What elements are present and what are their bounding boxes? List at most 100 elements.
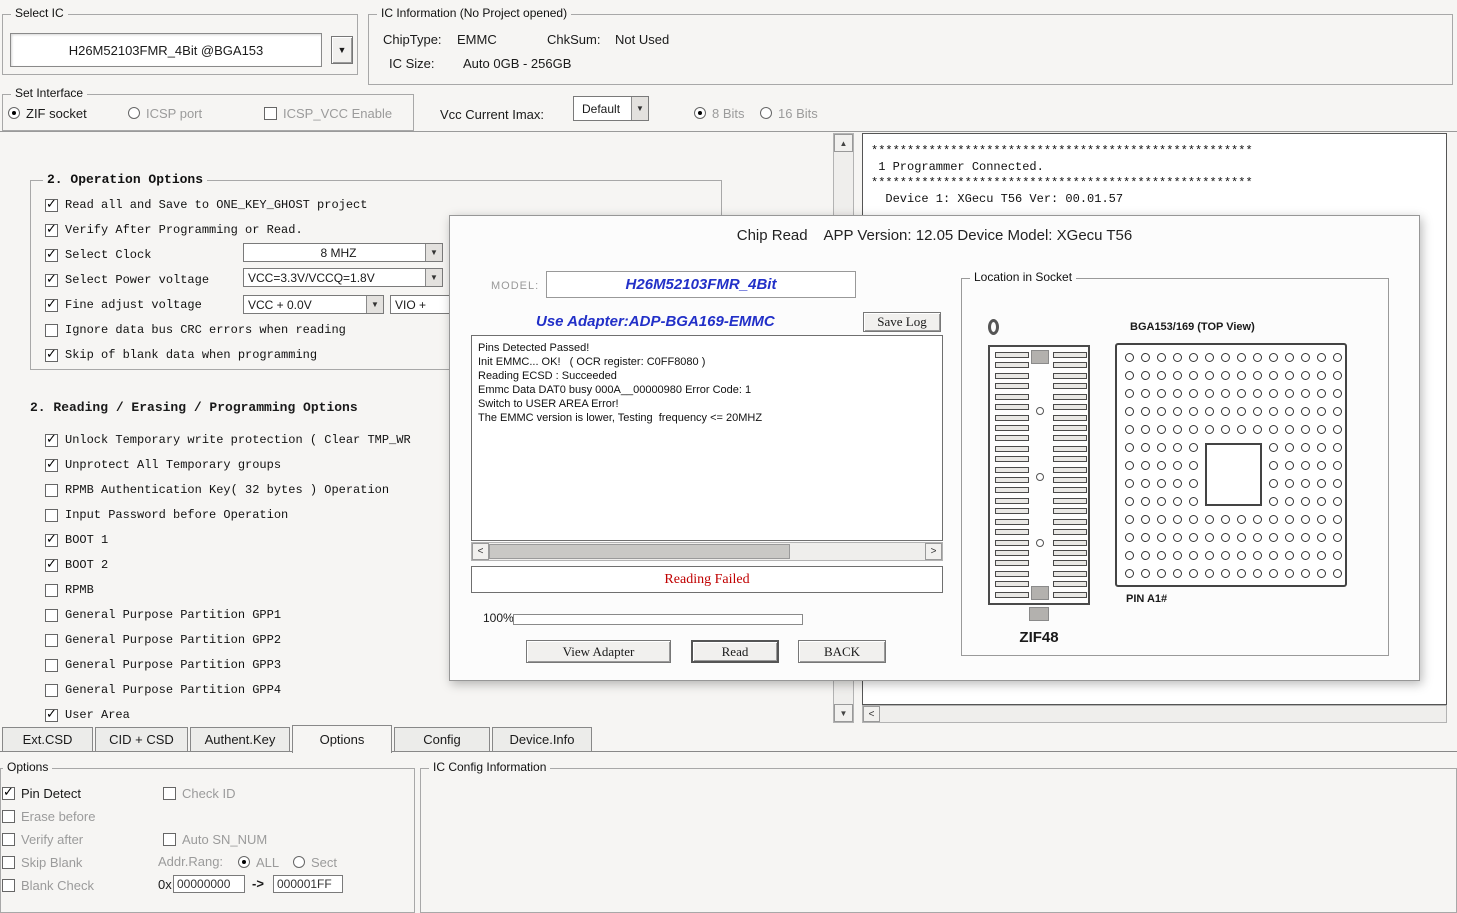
scroll-down-button[interactable]: ▼ <box>834 704 853 722</box>
rw-row-unprotect[interactable]: Unprotect All Temporary groups <box>45 456 281 474</box>
bits16-option[interactable]: 16 Bits <box>760 104 818 122</box>
addr-sect-option[interactable]: Sect <box>293 853 337 871</box>
ic-size-value: Auto 0GB - 256GB <box>463 56 571 71</box>
ic-select-combobox[interactable]: H26M52103FMR_4Bit @BGA153 <box>10 33 322 67</box>
log-horizontal-scrollbar[interactable]: < <box>862 705 1447 723</box>
scroll-right-button[interactable]: > <box>925 543 942 560</box>
checkbox[interactable] <box>45 459 58 472</box>
rw-row-gpp3[interactable]: General Purpose Partition GPP3 <box>45 656 281 674</box>
icsp-port-radio[interactable] <box>128 107 140 119</box>
op-row-read-all[interactable]: Read all and Save to ONE_KEY_GHOST proje… <box>45 196 367 214</box>
option-label: Select Clock <box>65 248 151 262</box>
checkbox[interactable] <box>45 274 58 287</box>
addr-from-input[interactable] <box>173 875 245 893</box>
op-row-fine-adjust[interactable]: Fine adjust voltage <box>45 296 202 314</box>
checkbox[interactable] <box>45 224 58 237</box>
power-voltage-select[interactable]: VCC=3.3V/VCCQ=1.8V ▼ <box>243 268 443 287</box>
tab-ext-csd[interactable]: Ext.CSD <box>2 727 93 751</box>
checkbox[interactable] <box>45 299 58 312</box>
back-button[interactable]: BACK <box>798 640 886 663</box>
bits16-radio[interactable] <box>760 107 772 119</box>
checkbox[interactable] <box>45 559 58 572</box>
check-id-option[interactable]: Check ID <box>163 784 235 802</box>
vcc-current-label: Vcc Current Imax: <box>440 107 544 122</box>
checkbox[interactable] <box>45 659 58 672</box>
check-id-checkbox[interactable] <box>163 787 176 800</box>
fine-vcc-select[interactable]: VCC + 0.0V ▼ <box>243 295 384 314</box>
erase-before-option[interactable]: Erase before <box>2 807 95 825</box>
rw-row-rpmb-key[interactable]: RPMB Authentication Key( 32 bytes ) Oper… <box>45 481 389 499</box>
pin-detect-checkbox[interactable] <box>2 787 15 800</box>
bits8-option[interactable]: 8 Bits <box>694 104 745 122</box>
auto-sn-checkbox[interactable] <box>163 833 176 846</box>
tab-authent-key[interactable]: Authent.Key <box>190 727 290 751</box>
rw-row-rpmb[interactable]: RPMB <box>45 581 94 599</box>
view-adapter-button[interactable]: View Adapter <box>526 640 671 663</box>
op-row-skip-blank[interactable]: Skip of blank data when programming <box>45 346 317 364</box>
tab-cid-csd[interactable]: CID + CSD <box>95 727 188 751</box>
skip-blank-checkbox[interactable] <box>2 856 15 869</box>
addr-sect-radio[interactable] <box>293 856 305 868</box>
tab-device-info[interactable]: Device.Info <box>492 727 592 751</box>
option-label: User Area <box>65 708 130 722</box>
blank-check-checkbox[interactable] <box>2 879 15 892</box>
tab-options[interactable]: Options <box>292 725 392 753</box>
checkbox[interactable] <box>45 709 58 722</box>
verify-after-option[interactable]: Verify after <box>2 830 83 848</box>
ic-info-group-label: IC Information (No Project opened) <box>377 6 571 20</box>
verify-after-checkbox[interactable] <box>2 833 15 846</box>
rw-row-password[interactable]: Input Password before Operation <box>45 506 288 524</box>
blank-check-option[interactable]: Blank Check <box>2 876 94 894</box>
scrollbar-thumb[interactable] <box>489 544 790 559</box>
read-button[interactable]: Read <box>691 640 779 663</box>
dialog-log-box[interactable]: Pins Detected Passed! Init EMMC... OK! (… <box>471 335 943 541</box>
dialog-log-line: The EMMC version is lower, Testing frequ… <box>478 411 936 425</box>
checkbox[interactable] <box>45 349 58 362</box>
icsp-port-option[interactable]: ICSP port <box>128 104 202 122</box>
save-log-button[interactable]: Save Log <box>863 312 941 332</box>
ic-select-dropdown-button[interactable]: ▼ <box>331 36 353 64</box>
op-row-verify-after[interactable]: Verify After Programming or Read. <box>45 221 303 239</box>
auto-sn-option[interactable]: Auto SN_NUM <box>163 830 267 848</box>
checkbox[interactable] <box>45 509 58 522</box>
tab-config[interactable]: Config <box>394 727 490 751</box>
op-row-ignore-crc[interactable]: Ignore data bus CRC errors when reading <box>45 321 346 339</box>
scroll-left-button[interactable]: < <box>472 543 489 560</box>
pin-detect-option[interactable]: Pin Detect <box>2 784 81 802</box>
icsp-vcc-option[interactable]: ICSP_VCC Enable <box>264 104 392 122</box>
dialog-horizontal-scrollbar[interactable]: < > <box>471 542 943 561</box>
scroll-up-button[interactable]: ▲ <box>834 134 853 152</box>
rw-row-gpp1[interactable]: General Purpose Partition GPP1 <box>45 606 281 624</box>
op-row-select-clock[interactable]: Select Clock <box>45 246 151 264</box>
checkbox[interactable] <box>45 684 58 697</box>
rw-row-user-area[interactable]: User Area <box>45 706 130 724</box>
scroll-left-button[interactable]: < <box>863 706 880 722</box>
clock-select[interactable]: 8 MHZ ▼ <box>243 243 443 262</box>
icsp-vcc-checkbox[interactable] <box>264 107 277 120</box>
checkbox[interactable] <box>45 434 58 447</box>
checkbox[interactable] <box>45 484 58 497</box>
rw-row-gpp2[interactable]: General Purpose Partition GPP2 <box>45 631 281 649</box>
op-row-power-voltage[interactable]: Select Power voltage <box>45 271 209 289</box>
checkbox[interactable] <box>45 324 58 337</box>
fine-vio-select[interactable]: VIO + <box>390 295 456 314</box>
vcc-current-select[interactable]: Default ▼ <box>573 96 649 121</box>
checkbox[interactable] <box>45 634 58 647</box>
addr-all-option[interactable]: ALL <box>238 853 279 871</box>
erase-before-checkbox[interactable] <box>2 810 15 823</box>
checkbox[interactable] <box>45 534 58 547</box>
bits8-radio[interactable] <box>694 107 706 119</box>
rw-row-gpp4[interactable]: General Purpose Partition GPP4 <box>45 681 281 699</box>
checkbox[interactable] <box>45 584 58 597</box>
addr-all-radio[interactable] <box>238 856 250 868</box>
checkbox[interactable] <box>45 249 58 262</box>
rw-row-boot2[interactable]: BOOT 2 <box>45 556 108 574</box>
checkbox[interactable] <box>45 609 58 622</box>
rw-row-unlock-tmp[interactable]: Unlock Temporary write protection ( Clea… <box>45 431 411 449</box>
checkbox[interactable] <box>45 199 58 212</box>
zif-socket-option[interactable]: ZIF socket <box>8 104 87 122</box>
rw-row-boot1[interactable]: BOOT 1 <box>45 531 108 549</box>
skip-blank-option[interactable]: Skip Blank <box>2 853 82 871</box>
zif-socket-radio[interactable] <box>8 107 20 119</box>
addr-to-input[interactable] <box>273 875 343 893</box>
